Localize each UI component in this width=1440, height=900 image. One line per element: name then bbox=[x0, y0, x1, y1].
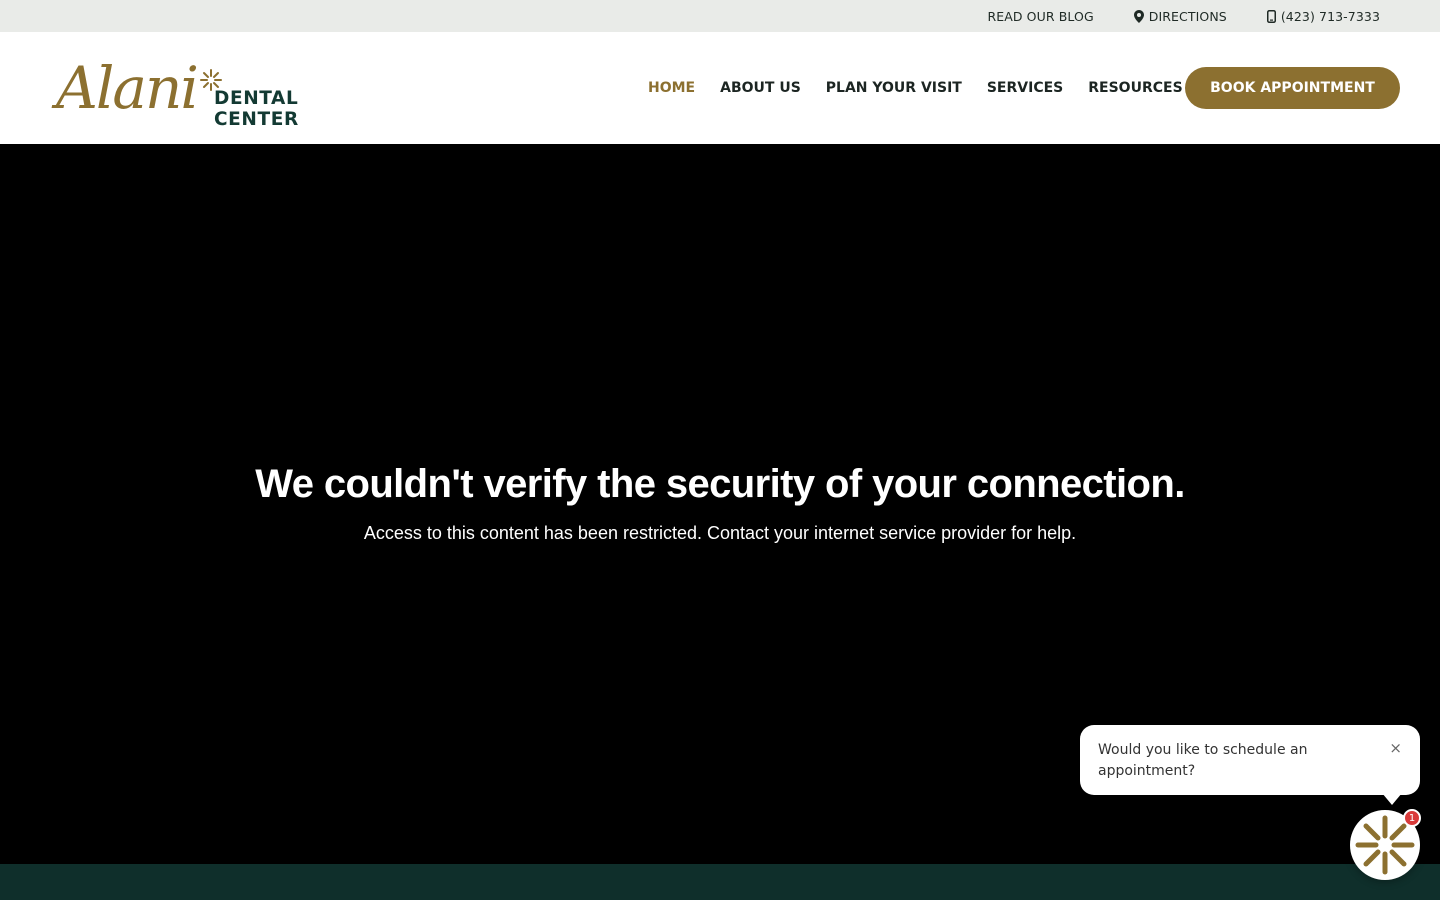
nav-about-us[interactable]: ABOUT US bbox=[720, 80, 801, 96]
nav-home[interactable]: HOME bbox=[648, 80, 695, 96]
logo-script: Alani bbox=[56, 54, 199, 122]
footer-strip bbox=[0, 864, 1440, 900]
chat-prompt-text: Would you like to schedule an appointmen… bbox=[1098, 742, 1308, 779]
read-blog-link[interactable]: READ OUR BLOG bbox=[987, 9, 1093, 24]
block-description: Access to this content has been restrict… bbox=[363, 523, 1077, 543]
nav-services[interactable]: SERVICES bbox=[987, 80, 1063, 96]
phone-link[interactable]: (423) 713-7333 bbox=[1266, 9, 1380, 24]
site-logo[interactable]: Alani DENTAL CENTER bbox=[54, 54, 374, 130]
main-nav: HOME ABOUT US PLAN YOUR VISIT SERVICES R… bbox=[648, 32, 1183, 144]
block-title: We couldn't verify the security of your … bbox=[255, 462, 1185, 506]
notification-badge: 1 bbox=[1403, 809, 1421, 827]
utility-bar: READ OUR BLOG DIRECTIONS (423) 713-7333 bbox=[0, 0, 1440, 32]
mobile-phone-icon bbox=[1266, 9, 1276, 23]
logo-wordmark: DENTAL CENTER bbox=[214, 88, 299, 130]
nav-resources[interactable]: RESOURCES bbox=[1088, 80, 1182, 96]
close-icon[interactable]: × bbox=[1389, 739, 1402, 757]
site-header: Alani DENTAL CENTER HOME ABOUT US PLAN Y… bbox=[0, 32, 1440, 144]
map-pin-icon bbox=[1133, 9, 1144, 23]
chat-prompt-bubble[interactable]: Would you like to schedule an appointmen… bbox=[1080, 725, 1420, 805]
directions-link[interactable]: DIRECTIONS bbox=[1133, 9, 1227, 24]
book-appointment-button[interactable]: BOOK APPOINTMENT bbox=[1185, 67, 1400, 109]
nav-plan-your-visit[interactable]: PLAN YOUR VISIT bbox=[826, 80, 962, 96]
bubble-tail bbox=[1382, 793, 1402, 805]
